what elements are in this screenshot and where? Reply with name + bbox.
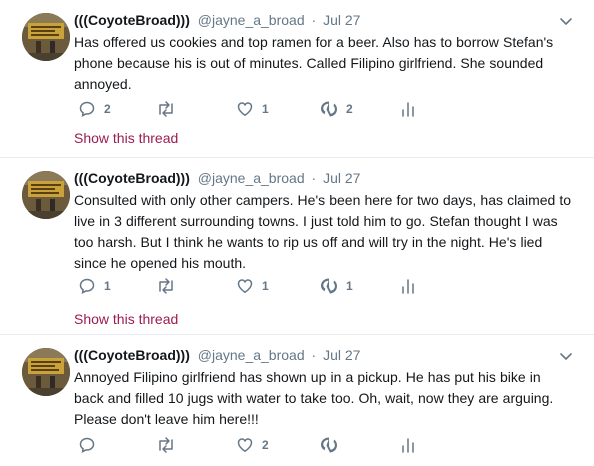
retweet-icon bbox=[159, 278, 173, 294]
separator-dot: · bbox=[311, 347, 317, 363]
avatar[interactable] bbox=[22, 13, 70, 61]
chevron-down-icon[interactable] bbox=[558, 13, 574, 29]
avatar[interactable] bbox=[22, 171, 70, 219]
like-button[interactable]: 1 bbox=[236, 99, 269, 119]
stat-count: 2 bbox=[346, 102, 353, 116]
tweet-date[interactable]: Jul 27 bbox=[323, 170, 360, 186]
username[interactable]: @jayne_a_broad bbox=[198, 170, 305, 186]
stat-button[interactable]: 1 bbox=[318, 276, 353, 296]
stat-count: 1 bbox=[346, 279, 353, 293]
show-thread-link[interactable]: Show this thread bbox=[74, 311, 178, 327]
tweet[interactable]: (((CoyoteBroad))) @jayne_a_broad · Jul 2… bbox=[0, 158, 594, 335]
reply-count: 1 bbox=[104, 279, 111, 293]
heart-icon bbox=[237, 102, 253, 116]
tweet-text: Annoyed Filipino girlfriend has shown up… bbox=[74, 369, 554, 427]
like-button[interactable]: 1 bbox=[236, 276, 269, 296]
like-count: 2 bbox=[262, 438, 269, 452]
reply-count: 2 bbox=[104, 102, 111, 116]
retweet-icon bbox=[159, 101, 173, 117]
analytics-icon bbox=[402, 279, 414, 294]
show-thread-link[interactable]: Show this thread bbox=[74, 130, 178, 146]
display-name[interactable]: (((CoyoteBroad))) bbox=[74, 347, 190, 363]
tweet-actions: 2 bbox=[74, 435, 474, 455]
swirl-icon bbox=[321, 101, 337, 117]
tweet-feed: (((CoyoteBroad))) @jayne_a_broad · Jul 2… bbox=[0, 0, 594, 466]
chevron-down-icon[interactable] bbox=[558, 348, 574, 364]
tweet-header: (((CoyoteBroad))) @jayne_a_broad · Jul 2… bbox=[74, 345, 574, 365]
username[interactable]: @jayne_a_broad bbox=[198, 347, 305, 363]
reply-button[interactable]: 2 bbox=[78, 99, 111, 119]
retweet-button[interactable] bbox=[156, 276, 184, 296]
reply-button[interactable]: 1 bbox=[78, 276, 111, 296]
tweet[interactable]: (((CoyoteBroad))) @jayne_a_broad · Jul 2… bbox=[0, 335, 594, 466]
analytics-button[interactable] bbox=[400, 99, 416, 119]
tweet-actions: 2 1 2 bbox=[74, 99, 474, 119]
tweet-header: (((CoyoteBroad))) @jayne_a_broad · Jul 2… bbox=[74, 168, 574, 188]
heart-icon bbox=[237, 438, 253, 452]
like-count: 1 bbox=[262, 279, 269, 293]
analytics-icon bbox=[402, 102, 414, 117]
tweet-text: Consulted with only other campers. He's … bbox=[74, 192, 572, 271]
avatar[interactable] bbox=[22, 348, 70, 396]
tweet-date[interactable]: Jul 27 bbox=[323, 12, 360, 28]
retweet-button[interactable] bbox=[156, 435, 184, 455]
stat-button[interactable]: 2 bbox=[318, 99, 353, 119]
heart-icon bbox=[237, 279, 253, 293]
tweet-text: Has offered us cookies and top ramen for… bbox=[74, 34, 554, 92]
display-name[interactable]: (((CoyoteBroad))) bbox=[74, 12, 190, 28]
separator-dot: · bbox=[311, 12, 317, 28]
display-name[interactable]: (((CoyoteBroad))) bbox=[74, 170, 190, 186]
analytics-button[interactable] bbox=[400, 276, 416, 296]
reply-icon bbox=[79, 101, 95, 117]
retweet-button[interactable] bbox=[156, 99, 184, 119]
reply-icon bbox=[79, 437, 95, 453]
analytics-icon bbox=[402, 438, 414, 453]
tweet-actions: 1 1 1 bbox=[74, 276, 474, 296]
tweet[interactable]: (((CoyoteBroad))) @jayne_a_broad · Jul 2… bbox=[0, 0, 594, 158]
reply-button[interactable] bbox=[78, 435, 104, 455]
tweet-header: (((CoyoteBroad))) @jayne_a_broad · Jul 2… bbox=[74, 10, 574, 30]
swirl-icon bbox=[321, 278, 337, 294]
swirl-icon bbox=[321, 437, 337, 453]
separator-dot: · bbox=[311, 170, 317, 186]
username[interactable]: @jayne_a_broad bbox=[198, 12, 305, 28]
retweet-icon bbox=[159, 437, 173, 453]
like-button[interactable]: 2 bbox=[236, 435, 269, 455]
stat-button[interactable] bbox=[318, 435, 346, 455]
like-count: 1 bbox=[262, 102, 269, 116]
analytics-button[interactable] bbox=[400, 435, 416, 455]
tweet-date[interactable]: Jul 27 bbox=[323, 347, 360, 363]
reply-icon bbox=[79, 278, 95, 294]
